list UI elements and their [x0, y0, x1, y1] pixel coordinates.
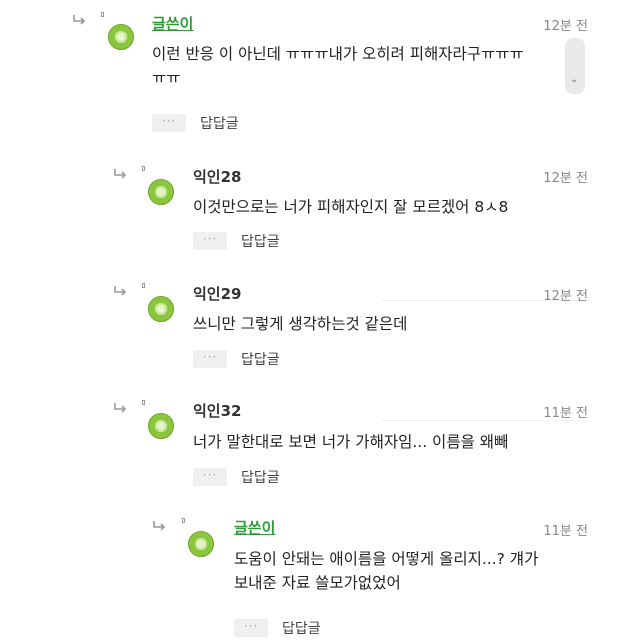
comment-text: 이것만으로는 너가 피해자인지 잘 모르겠어 8ㅅ8 [193, 195, 573, 219]
more-options-button[interactable]: ··· [193, 468, 227, 486]
author-name[interactable]: 익인32 [193, 400, 241, 421]
comment-text-line: 너가 말한대로 보면 너가 가해자임... 이름을 왜빼 [193, 433, 509, 451]
indicator-icon [101, 12, 104, 17]
reply-link[interactable]: 답답글 [282, 618, 321, 638]
comment-text: 너가 말한대로 보면 너가 가해자임... 이름을 왜빼 [193, 430, 583, 454]
comment-text-line: 이런 반응 이 아닌데 ㅠㅠㅠ내가 오히려 피해자라구ㅠㅠㅠ [152, 45, 524, 63]
reply-arrow-icon [113, 285, 127, 297]
comment-text: 이런 반응 이 아닌데 ㅠㅠㅠ내가 오히려 피해자라구ㅠㅠㅠ ㅠㅠ [152, 42, 562, 90]
indicator-icon [142, 400, 145, 405]
reply-arrow-icon [113, 402, 127, 414]
avatar[interactable] [148, 179, 174, 205]
timestamp: 12분 전 [543, 289, 588, 304]
timestamp: 11분 전 [543, 406, 588, 421]
reply-arrow-icon [152, 520, 166, 532]
reply-link[interactable]: 답답글 [200, 113, 239, 133]
timestamp: 12분 전 [543, 19, 588, 34]
reply-link[interactable]: 답답글 [241, 467, 280, 487]
avatar[interactable] [108, 24, 134, 50]
reply-arrow-icon [113, 168, 127, 180]
indicator-icon [142, 283, 145, 288]
reply-link[interactable]: 답답글 [241, 231, 280, 251]
timestamp: 11분 전 [543, 524, 588, 539]
timestamp: 12분 전 [543, 171, 588, 186]
indicator-icon [142, 166, 145, 171]
comment-text-line: ㅠㅠ [152, 69, 181, 87]
more-options-button[interactable]: ··· [152, 114, 186, 132]
comment-text: 쓰니만 그렇게 생각하는것 같은데 [193, 312, 573, 336]
avatar[interactable] [188, 531, 214, 557]
author-name[interactable]: 익인28 [193, 166, 241, 187]
comment-text-line: 보내준 자료 쓸모가없었어 [234, 574, 401, 592]
chevron-down-icon: ⌄ [570, 74, 579, 85]
comment-text-line: 도움이 안돼는 애이름을 어떻게 올리지...? 걔가 [234, 550, 539, 568]
more-options-button[interactable]: ··· [193, 232, 227, 250]
author-name[interactable]: 글쓴이 [152, 13, 193, 34]
author-name[interactable]: 익인29 [193, 283, 241, 304]
scroll-down-button[interactable]: ⌄ [565, 38, 585, 94]
comment-text-line: 이것만으로는 너가 피해자인지 잘 모르겠어 8ㅅ8 [193, 198, 509, 216]
indicator-icon [182, 518, 185, 523]
avatar[interactable] [148, 296, 174, 322]
avatar[interactable] [148, 413, 174, 439]
more-options-button[interactable]: ··· [234, 619, 268, 637]
reply-link[interactable]: 답답글 [241, 349, 280, 369]
reply-arrow-icon [72, 14, 86, 26]
comment-text: 도움이 안돼는 애이름을 어떻게 올리지...? 걔가 보내준 자료 쓸모가없었… [234, 547, 584, 595]
author-name[interactable]: 글쓴이 [234, 517, 275, 538]
comment-text-line: 쓰니만 그렇게 생각하는것 같은데 [193, 315, 408, 333]
more-options-button[interactable]: ··· [193, 350, 227, 368]
